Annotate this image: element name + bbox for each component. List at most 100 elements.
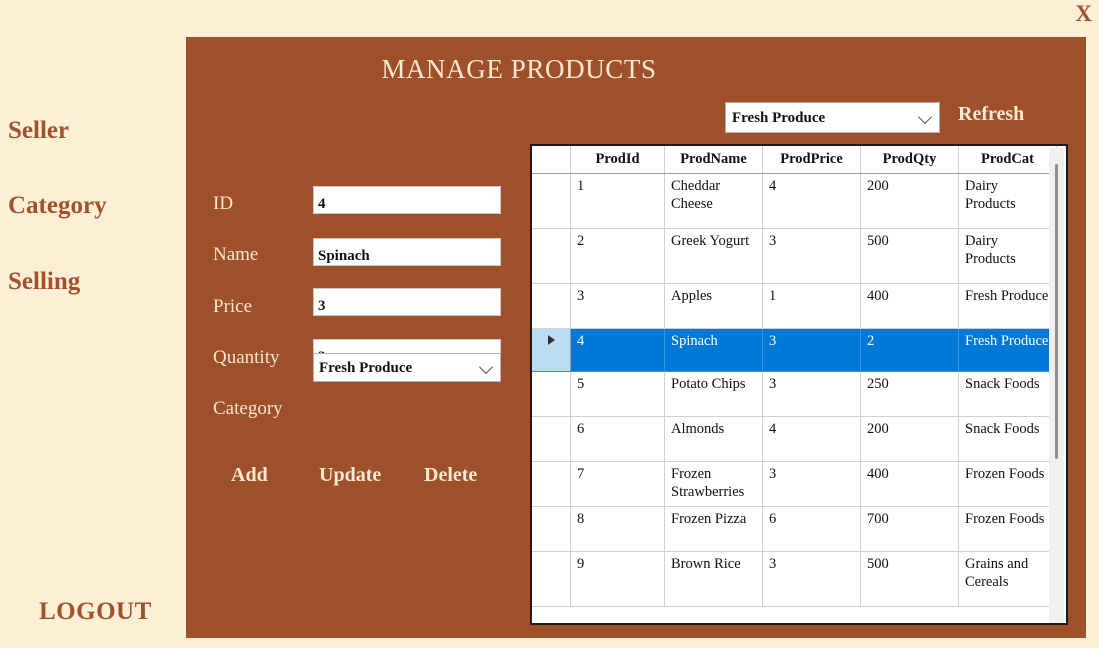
cell-prodqty[interactable]: 200 (860, 416, 959, 462)
current-row-arrow-icon (547, 335, 555, 345)
cell-prodqty[interactable]: 2 (860, 328, 959, 372)
cell-prodprice[interactable]: 3 (762, 228, 861, 284)
table-row[interactable]: 3 Apples 1 400 Fresh Produce (532, 283, 1057, 329)
cell-prodqty[interactable]: 400 (860, 461, 959, 507)
table-row[interactable]: 8 Frozen Pizza 6 700 Frozen Foods (532, 506, 1057, 552)
cell-prodname[interactable]: Frozen Pizza (664, 506, 763, 552)
cell-prodid[interactable]: 3 (570, 283, 665, 329)
category-select-value: Fresh Produce (319, 360, 413, 376)
sidebar: Seller Category Selling LOGOUT (0, 0, 186, 648)
table-header: ProdId ProdName ProdPrice ProdQty ProdCa… (532, 146, 1057, 174)
row-selector-header (532, 146, 571, 174)
update-button[interactable]: Update (319, 464, 381, 487)
cell-prodqty[interactable]: 250 (860, 371, 959, 417)
cell-prodcat[interactable]: Dairy Products (958, 228, 1057, 284)
row-selector-cell[interactable] (532, 328, 571, 372)
cell-prodname[interactable]: Brown Rice (664, 551, 763, 607)
cell-prodcat[interactable]: Snack Foods (958, 416, 1057, 462)
cell-prodid[interactable]: 1 (570, 173, 665, 229)
chevron-down-icon (478, 359, 494, 374)
table-row[interactable]: 9 Brown Rice 3 500 Grains and Cereals (532, 551, 1057, 607)
grid-scrollbar-thumb[interactable] (1055, 164, 1058, 459)
category-filter-value: Fresh Produce (732, 110, 826, 126)
table-row[interactable]: 2 Greek Yogurt 3 500 Dairy Products (532, 228, 1057, 284)
cell-prodname[interactable]: Potato Chips (664, 371, 763, 417)
cell-prodcat[interactable]: Dairy Products (958, 173, 1057, 229)
cell-prodname[interactable]: Frozen Strawberries (664, 461, 763, 507)
table-row[interactable]: 5 Potato Chips 3 250 Snack Foods (532, 371, 1057, 417)
cell-prodname[interactable]: Almonds (664, 416, 763, 462)
close-window-button[interactable]: X (1075, 2, 1092, 25)
refresh-button[interactable]: Refresh (958, 103, 1024, 126)
price-field[interactable]: 3 (313, 288, 501, 316)
cell-prodid[interactable]: 7 (570, 461, 665, 507)
cell-prodid[interactable]: 9 (570, 551, 665, 607)
cell-prodprice[interactable]: 4 (762, 416, 861, 462)
table-row[interactable]: 7 Frozen Strawberries 3 400 Frozen Foods (532, 461, 1057, 507)
cell-prodprice[interactable]: 3 (762, 551, 861, 607)
cell-prodcat[interactable]: Frozen Foods (958, 506, 1057, 552)
row-selector-cell[interactable] (532, 461, 571, 507)
logout-button[interactable]: LOGOUT (39, 598, 152, 626)
cell-prodcat[interactable]: Grains and Cereals (958, 551, 1057, 607)
cell-prodname[interactable]: Spinach (664, 328, 763, 372)
chevron-down-icon (917, 109, 933, 124)
cell-prodprice[interactable]: 6 (762, 506, 861, 552)
id-field[interactable]: 4 (313, 186, 501, 214)
column-header-prodqty[interactable]: ProdQty (860, 146, 959, 174)
cell-prodqty[interactable]: 700 (860, 506, 959, 552)
cell-prodcat[interactable]: Fresh Produce (958, 328, 1057, 372)
cell-prodid[interactable]: 2 (570, 228, 665, 284)
row-selector-cell[interactable] (532, 506, 571, 552)
sidebar-item-category[interactable]: Category (8, 192, 107, 220)
grid-scrollbar[interactable] (1049, 148, 1064, 623)
cell-prodprice[interactable]: 3 (762, 328, 861, 372)
column-header-prodprice[interactable]: ProdPrice (762, 146, 861, 174)
products-grid[interactable]: ProdId ProdName ProdPrice ProdQty ProdCa… (530, 144, 1068, 625)
cell-prodqty[interactable]: 500 (860, 551, 959, 607)
manage-products-panel: MANAGE PRODUCTS Fresh Produce Refresh ID… (186, 37, 1086, 638)
row-selector-cell[interactable] (532, 416, 571, 462)
row-selector-cell[interactable] (532, 371, 571, 417)
table-body: 1 Cheddar Cheese 4 200 Dairy Products 2 Greek … (532, 173, 1057, 607)
row-selector-cell[interactable] (532, 173, 571, 229)
cell-prodqty[interactable]: 400 (860, 283, 959, 329)
category-filter-select[interactable]: Fresh Produce (725, 102, 940, 133)
cell-prodid[interactable]: 8 (570, 506, 665, 552)
table-row[interactable]: 4 Spinach 3 2 Fresh Produce (532, 328, 1057, 372)
column-header-prodid[interactable]: ProdId (570, 146, 665, 174)
cell-prodid[interactable]: 4 (570, 328, 665, 372)
cell-prodqty[interactable]: 500 (860, 228, 959, 284)
cell-prodcat[interactable]: Frozen Foods (958, 461, 1057, 507)
column-header-prodcat[interactable]: ProdCat (958, 146, 1057, 174)
name-field[interactable]: Spinach (313, 238, 501, 266)
cell-prodname[interactable]: Apples (664, 283, 763, 329)
table-row[interactable]: 1 Cheddar Cheese 4 200 Dairy Products (532, 173, 1057, 229)
cell-prodcat[interactable]: Fresh Produce (958, 283, 1057, 329)
cell-prodprice[interactable]: 1 (762, 283, 861, 329)
cell-prodprice[interactable]: 3 (762, 461, 861, 507)
cell-prodid[interactable]: 5 (570, 371, 665, 417)
add-button[interactable]: Add (231, 464, 268, 487)
quantity-label: Quantity (213, 347, 280, 368)
column-header-prodname[interactable]: ProdName (664, 146, 763, 174)
products-table: ProdId ProdName ProdPrice ProdQty ProdCa… (532, 146, 1057, 607)
cell-prodid[interactable]: 6 (570, 416, 665, 462)
row-selector-cell[interactable] (532, 228, 571, 284)
cell-prodprice[interactable]: 3 (762, 371, 861, 417)
cell-prodname[interactable]: Greek Yogurt (664, 228, 763, 284)
row-selector-cell[interactable] (532, 551, 571, 607)
header-row: ProdId ProdName ProdPrice ProdQty ProdCa… (532, 146, 1057, 174)
cell-prodqty[interactable]: 200 (860, 173, 959, 229)
name-label: Name (213, 244, 259, 265)
cell-prodname[interactable]: Cheddar Cheese (664, 173, 763, 229)
price-label: Price (213, 296, 253, 317)
row-selector-cell[interactable] (532, 283, 571, 329)
category-select[interactable]: Fresh Produce (313, 353, 501, 382)
cell-prodcat[interactable]: Snack Foods (958, 371, 1057, 417)
cell-prodprice[interactable]: 4 (762, 173, 861, 229)
sidebar-item-selling[interactable]: Selling (8, 268, 80, 296)
sidebar-item-seller[interactable]: Seller (8, 117, 69, 145)
table-row[interactable]: 6 Almonds 4 200 Snack Foods (532, 416, 1057, 462)
delete-button[interactable]: Delete (424, 464, 477, 487)
